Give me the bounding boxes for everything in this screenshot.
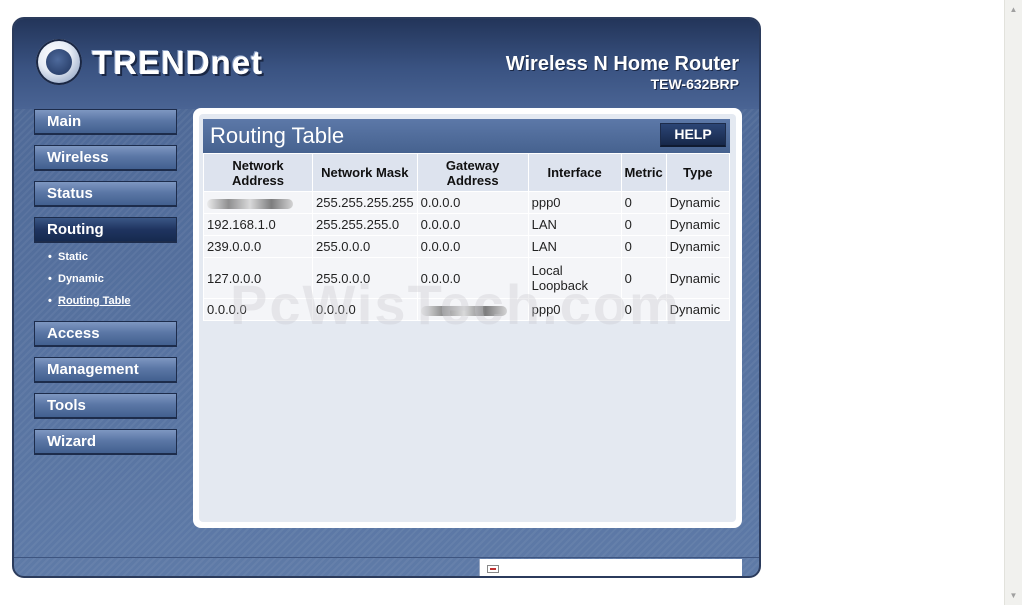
cell-gateway-address: 0.0.0.0 xyxy=(416,191,529,214)
table-header-row: Network Address Network Mask Gateway Add… xyxy=(203,153,731,192)
cell-interface: ppp0 xyxy=(527,298,622,321)
product-name: Wireless N Home Router xyxy=(505,53,739,75)
cell-network-mask: 255.0.0.0 xyxy=(312,257,418,299)
cell-network-address xyxy=(203,191,313,214)
cell-network-mask: 255.255.255.255 xyxy=(312,191,418,214)
cell-interface: LAN xyxy=(527,213,622,236)
header: TRENDnet Wireless N Home Router TEW-632B… xyxy=(14,19,759,109)
routing-table: Network Address Network Mask Gateway Add… xyxy=(203,153,731,321)
cell-metric: 0 xyxy=(620,213,667,236)
cell-gateway-address xyxy=(416,298,529,321)
cell-network-mask: 255.0.0.0 xyxy=(312,235,418,258)
brand-logo-text: TRENDnet xyxy=(92,44,264,81)
title-bar: Routing Table HELP xyxy=(203,119,730,153)
table-row: 255.255.255.255 0.0.0.0 ppp0 0 Dynamic xyxy=(203,191,731,214)
page-title: Routing Table xyxy=(210,123,345,148)
table-row: 127.0.0.0 255.0.0.0 0.0.0.0 Local Loopba… xyxy=(203,257,731,299)
nav-routing-table-link[interactable]: • Routing Table xyxy=(48,294,131,308)
nav-routing-static-link[interactable]: • Static xyxy=(48,250,88,264)
nav-status-button[interactable]: Status xyxy=(34,181,177,207)
nav-wireless-button[interactable]: Wireless xyxy=(34,145,177,171)
col-interface: Interface xyxy=(527,153,622,192)
col-type: Type xyxy=(665,153,731,192)
nav-routing-dynamic-link[interactable]: • Dynamic xyxy=(48,272,104,286)
nav-wizard-button[interactable]: Wizard xyxy=(34,429,177,455)
nav-management-button[interactable]: Management xyxy=(34,357,177,383)
cell-network-address: 127.0.0.0 xyxy=(203,257,313,299)
cell-network-mask: 255.255.255.0 xyxy=(312,213,418,236)
trendnet-logo-icon xyxy=(36,39,82,85)
scroll-up-arrow-icon[interactable]: ▲ xyxy=(1006,2,1021,17)
cell-interface: ppp0 xyxy=(527,191,622,214)
col-metric: Metric xyxy=(620,153,667,192)
help-button[interactable]: HELP xyxy=(660,123,726,147)
cell-gateway-address: 0.0.0.0 xyxy=(416,257,529,299)
cell-metric: 0 xyxy=(620,298,667,321)
cell-metric: 0 xyxy=(620,257,667,299)
product-model: TEW-632BRP xyxy=(650,76,739,92)
footer-box xyxy=(479,559,742,576)
nav-tools-button[interactable]: Tools xyxy=(34,393,177,419)
cell-metric: 0 xyxy=(620,191,667,214)
cell-gateway-address: 0.0.0.0 xyxy=(416,213,529,236)
table-row: 239.0.0.0 255.0.0.0 0.0.0.0 LAN 0 Dynami… xyxy=(203,235,731,258)
nav-access-button[interactable]: Access xyxy=(34,321,177,347)
cell-gateway-address: 0.0.0.0 xyxy=(416,235,529,258)
cell-type: Dynamic xyxy=(665,298,731,321)
content-inner: Routing Table HELP Network Address Netwo… xyxy=(199,114,736,522)
scroll-down-arrow-icon[interactable]: ▼ xyxy=(1006,588,1021,603)
col-gateway-address: Gateway Address xyxy=(416,153,529,192)
table-row: 0.0.0.0 0.0.0.0 ppp0 0 Dynamic xyxy=(203,298,731,321)
nav-main-button[interactable]: Main xyxy=(34,109,177,135)
col-network-address: Network Address xyxy=(203,153,313,192)
router-frame: TRENDnet Wireless N Home Router TEW-632B… xyxy=(12,17,761,578)
table-row: 192.168.1.0 255.255.255.0 0.0.0.0 LAN 0 … xyxy=(203,213,731,236)
cell-type: Dynamic xyxy=(665,257,731,299)
bullet-icon: • xyxy=(48,273,52,285)
cell-type: Dynamic xyxy=(665,213,731,236)
content-panel: Routing Table HELP Network Address Netwo… xyxy=(193,108,742,528)
cell-interface: Local Loopback xyxy=(527,257,622,299)
cell-network-mask: 0.0.0.0 xyxy=(312,298,418,321)
cell-network-address: 192.168.1.0 xyxy=(203,213,313,236)
cell-metric: 0 xyxy=(620,235,667,258)
cell-type: Dynamic xyxy=(665,235,731,258)
vertical-scrollbar[interactable]: ▲ ▼ xyxy=(1004,0,1022,605)
redacted-address xyxy=(207,198,293,209)
mail-icon[interactable] xyxy=(487,565,499,573)
cell-network-address: 0.0.0.0 xyxy=(203,298,313,321)
cell-network-address: 239.0.0.0 xyxy=(203,235,313,258)
col-network-mask: Network Mask xyxy=(312,153,418,192)
bullet-icon: • xyxy=(48,251,52,263)
bullet-icon: • xyxy=(48,295,52,307)
cell-type: Dynamic xyxy=(665,191,731,214)
cell-interface: LAN xyxy=(527,235,622,258)
nav-routing-button[interactable]: Routing xyxy=(34,217,177,243)
footer-bar xyxy=(14,557,759,576)
redacted-address xyxy=(420,305,507,316)
